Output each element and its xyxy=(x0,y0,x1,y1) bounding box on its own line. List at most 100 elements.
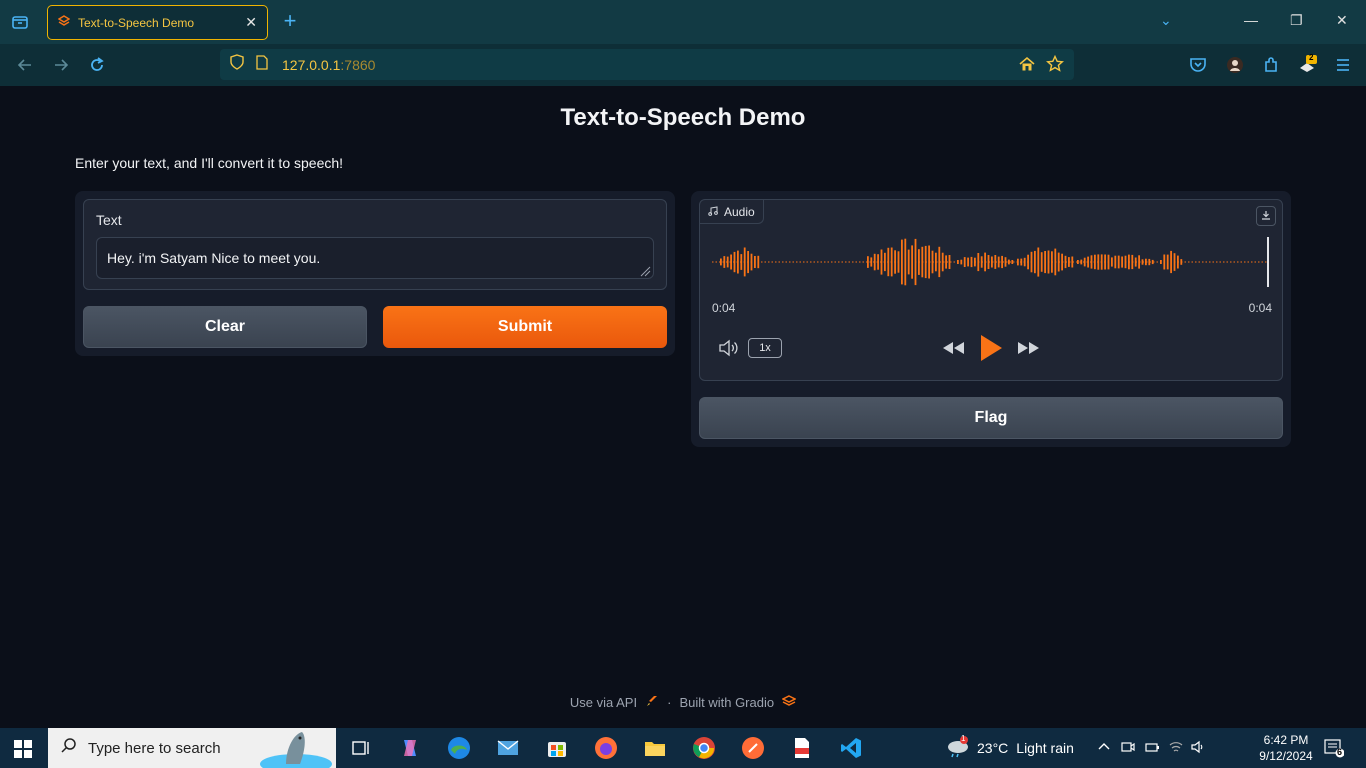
waveform-bar xyxy=(1177,255,1179,269)
clear-button[interactable]: Clear xyxy=(83,306,367,348)
pdf-reader-icon[interactable] xyxy=(790,736,814,760)
waveform-bar xyxy=(907,249,910,275)
mail-icon[interactable] xyxy=(496,736,520,760)
browser-tab-bar: Text-to-Speech Demo ✕ + ⌄ — ❐ ✕ xyxy=(0,0,1366,44)
page-description: Enter your text, and I'll convert it to … xyxy=(75,155,344,171)
restore-icon[interactable]: ❐ xyxy=(1290,12,1303,29)
windows-start-icon[interactable] xyxy=(14,740,32,763)
copilot-icon[interactable] xyxy=(398,736,422,760)
waveform-bar xyxy=(1104,254,1106,270)
notification-count: 6 xyxy=(1337,747,1343,757)
camera-icon[interactable] xyxy=(1120,739,1136,758)
text-input[interactable]: Hey. i'm Satyam Nice to meet you. xyxy=(96,237,654,279)
rewind-icon[interactable] xyxy=(941,340,965,361)
waveform-bar xyxy=(1138,255,1140,269)
chrome-icon[interactable] xyxy=(692,736,716,760)
built-with-gradio-link[interactable]: Built with Gradio xyxy=(679,695,774,710)
wifi-icon[interactable] xyxy=(1168,739,1184,758)
windows-taskbar: Type here to search 1 23°C Light rain 6:… xyxy=(0,728,1366,768)
waveform-bar xyxy=(960,259,963,265)
search-icon xyxy=(60,737,78,760)
dolphin-search-art-icon xyxy=(256,728,334,768)
waveform-bar xyxy=(1083,257,1086,267)
submit-button[interactable]: Submit xyxy=(383,306,667,348)
profile-avatar[interactable] xyxy=(1224,54,1246,76)
back-icon[interactable] xyxy=(14,54,36,76)
edge-icon[interactable] xyxy=(447,736,471,760)
waveform-bar xyxy=(1166,254,1169,270)
extensions-icon[interactable] xyxy=(1260,54,1282,76)
postman-icon[interactable] xyxy=(741,736,765,760)
duration-time: 0:04 xyxy=(1248,301,1272,315)
vscode-icon[interactable] xyxy=(839,736,863,760)
waveform-bar xyxy=(720,258,722,266)
tab-title: Text-to-Speech Demo xyxy=(78,15,195,30)
task-view-icon[interactable] xyxy=(350,736,374,760)
waveform-bar xyxy=(1054,248,1057,276)
use-via-api-link[interactable]: Use via API xyxy=(570,695,637,710)
shield-icon[interactable] xyxy=(230,54,244,75)
waveform-bar xyxy=(970,256,973,268)
address-bar[interactable]: 127.0.0.1:7860 xyxy=(220,49,1074,80)
bookmark-star-icon[interactable] xyxy=(1046,54,1064,78)
waveform-bar xyxy=(928,245,930,279)
waveform-bar xyxy=(963,257,966,267)
tab-close-icon[interactable]: ✕ xyxy=(245,14,257,31)
pocket-icon[interactable] xyxy=(1187,54,1209,76)
new-tab-icon[interactable]: + xyxy=(280,10,300,34)
waveform-bar xyxy=(1030,251,1033,273)
firefox-icon[interactable] xyxy=(594,736,618,760)
reload-icon[interactable] xyxy=(86,54,108,76)
waveform-bar xyxy=(1047,250,1050,274)
play-icon[interactable] xyxy=(979,334,1003,367)
file-explorer-icon[interactable] xyxy=(643,736,667,760)
home-icon[interactable] xyxy=(1018,55,1036,78)
waveform-bar xyxy=(1034,250,1036,274)
taskbar-search[interactable]: Type here to search xyxy=(48,728,336,768)
menu-icon[interactable] xyxy=(1332,54,1354,76)
waveform-bar xyxy=(1107,254,1110,270)
playhead[interactable] xyxy=(1267,237,1269,287)
waveform-bar xyxy=(1061,253,1063,271)
waveform-bar xyxy=(1121,256,1123,268)
microsoft-store-icon[interactable] xyxy=(545,736,569,760)
list-all-tabs-icon[interactable]: ⌄ xyxy=(1160,12,1172,29)
waveform-bar xyxy=(1134,257,1137,267)
weather-temperature: 23°C xyxy=(977,740,1009,756)
output-panel: Audio 0:04 0:04 1x Flag xyxy=(691,191,1291,447)
flag-button[interactable]: Flag xyxy=(699,397,1283,439)
tab-overview-icon[interactable] xyxy=(8,10,32,34)
download-button[interactable] xyxy=(1256,206,1276,226)
audio-waveform[interactable] xyxy=(712,235,1272,289)
weather-widget[interactable]: 1 23°C Light rain xyxy=(945,728,1074,768)
waveform-bar xyxy=(877,254,879,270)
waveform-bar xyxy=(1114,255,1117,269)
minimize-icon[interactable]: — xyxy=(1244,12,1258,28)
playback-rate-button[interactable]: 1x xyxy=(748,338,782,358)
close-window-icon[interactable]: ✕ xyxy=(1336,12,1348,29)
extension-badge-icon[interactable]: 2 xyxy=(1296,53,1318,76)
waveform-bar xyxy=(935,252,937,272)
browser-tab[interactable]: Text-to-Speech Demo ✕ xyxy=(47,5,268,40)
volume-icon[interactable] xyxy=(718,339,740,362)
waveform-bar xyxy=(750,253,753,271)
waveform-bar xyxy=(921,246,924,278)
battery-plug-icon[interactable] xyxy=(1144,739,1160,758)
waveform-bar xyxy=(1163,254,1166,270)
chevron-up-icon[interactable] xyxy=(1096,739,1112,758)
notification-center-icon[interactable]: 6 xyxy=(1324,738,1345,763)
system-clock[interactable]: 6:42 PM 9/12/2024 xyxy=(1250,732,1322,764)
fast-forward-icon[interactable] xyxy=(1017,340,1041,361)
waveform-bar xyxy=(987,255,990,269)
speaker-icon[interactable] xyxy=(1190,739,1206,758)
forward-icon[interactable] xyxy=(50,54,72,76)
weather-rain-icon: 1 xyxy=(945,734,971,761)
text-input-block: Text Hey. i'm Satyam Nice to meet you. xyxy=(83,199,667,290)
waveform-bar xyxy=(894,250,896,274)
audio-label-tag: Audio xyxy=(700,200,764,224)
music-note-icon xyxy=(708,205,718,219)
waveform-bar xyxy=(948,255,951,269)
waveform-bar xyxy=(911,245,913,279)
waveform-bar xyxy=(747,251,749,274)
resize-handle-icon[interactable] xyxy=(639,264,651,277)
